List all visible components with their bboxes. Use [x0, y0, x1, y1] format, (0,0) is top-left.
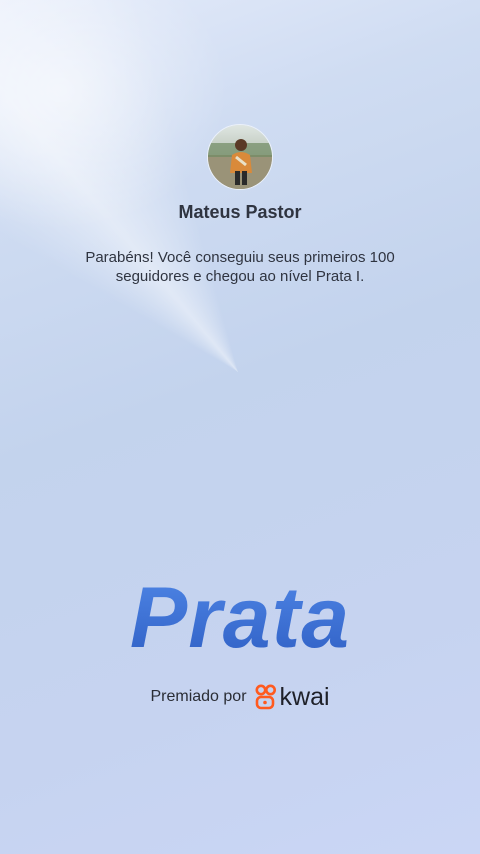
kwai-logo-icon	[255, 684, 276, 710]
award-text: Premiado por	[150, 688, 247, 705]
user-name: Mateus Pastor	[178, 202, 302, 222]
level-title: Prata	[0, 570, 480, 666]
award-row: Premiado por kwai	[0, 682, 480, 712]
brand-name: kwai	[279, 683, 330, 711]
avatar[interactable]	[207, 124, 273, 190]
user-photo-icon	[208, 125, 272, 189]
achievement-message: Parabéns! Você conseguiu seus primeiros …	[85, 249, 395, 285]
